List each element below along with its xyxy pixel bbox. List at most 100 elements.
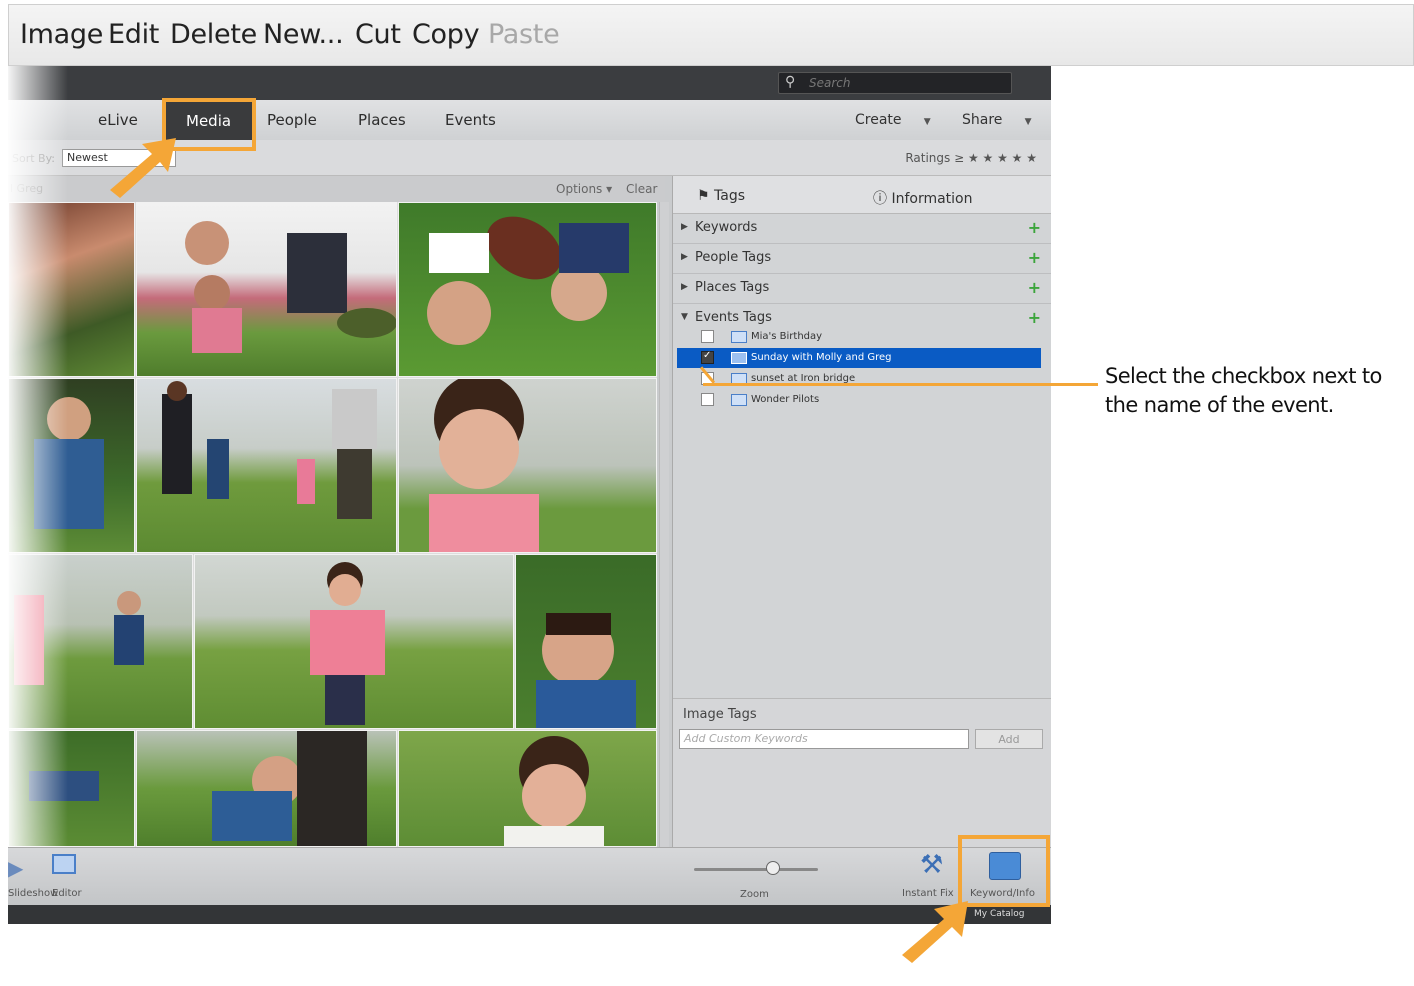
add-icon[interactable]: + [1028, 218, 1041, 237]
photo-art [185, 221, 396, 353]
photo-art [34, 397, 104, 529]
add-icon[interactable]: + [1028, 308, 1041, 327]
tag-icon: ⚑ [697, 188, 710, 204]
title-bar: ⚲ Search [8, 66, 1051, 100]
photo-thumbnail[interactable] [398, 202, 657, 377]
zoom-slider-handle[interactable] [766, 861, 780, 875]
arrow-icon [110, 138, 176, 198]
share-menu[interactable]: Share ▼ [962, 112, 1032, 128]
search-placeholder: Search [809, 76, 851, 90]
photo-art [29, 771, 99, 801]
clear-button[interactable]: Clear [626, 182, 657, 196]
collapse-icon: ▼ [681, 312, 688, 322]
photo-art [536, 613, 636, 728]
photo-art [162, 381, 377, 519]
photo-thumbnail[interactable] [398, 378, 657, 553]
search-input[interactable]: ⚲ Search [778, 72, 1012, 94]
bottom-toolbar: ▶ Slideshow Editor Zoom ⚒ Instant Fix Ke… [8, 847, 1051, 905]
section-label: Events Tags [695, 310, 772, 325]
grid-scrollbar[interactable] [659, 202, 669, 847]
slideshow-label: Slideshow [8, 888, 59, 899]
zoom-label: Zoom [740, 889, 769, 900]
ratings-filter[interactable]: Ratings ≥ ★ ★ ★ ★ ★ [905, 151, 1037, 165]
event-tag-row-selected[interactable]: Sunday with Molly and Greg [677, 348, 1041, 368]
keyword-placeholder: Add Custom Keywords [684, 732, 808, 745]
event-name: Mia's Birthday [751, 331, 823, 342]
expand-icon: ▶ [681, 282, 688, 292]
chevron-down-icon: ▼ [923, 117, 931, 127]
photo-art [429, 379, 539, 552]
add-icon[interactable]: + [1028, 278, 1041, 297]
menu-paste: Paste [488, 19, 560, 50]
chevron-down-icon: ▼ [1024, 117, 1032, 127]
photo-art [212, 731, 367, 846]
section-places-tags[interactable]: ▶ Places Tags + [673, 274, 1051, 304]
add-icon[interactable]: + [1028, 248, 1041, 267]
photo-thumbnail[interactable] [515, 554, 657, 729]
photo-thumbnail[interactable] [136, 202, 397, 377]
add-keyword-button[interactable]: Add [975, 729, 1043, 749]
photo-thumbnail[interactable] [8, 730, 135, 847]
arrow-icon [902, 901, 968, 963]
photo-thumbnail[interactable] [8, 202, 135, 377]
menu-image[interactable]: Image [20, 19, 103, 50]
photo-thumbnail[interactable] [194, 554, 514, 729]
hammer-icon[interactable]: ⚒ [920, 850, 943, 880]
custom-keywords-input[interactable]: Add Custom Keywords [679, 729, 969, 749]
callout-text: Select the checkbox next to the name of … [1105, 364, 1382, 417]
status-bar: My Catalog [8, 905, 1051, 924]
photo-thumbnail[interactable] [136, 730, 397, 847]
event-tag-row[interactable]: sunset at Iron bridge [677, 369, 1041, 389]
tab-tags-label: Tags [714, 188, 746, 204]
filter-label: l Greg [10, 182, 44, 195]
tab-places[interactable]: Places [358, 111, 406, 129]
tab-information[interactable]: ⓘ Information [873, 188, 973, 208]
photo-thumbnail[interactable] [8, 378, 135, 553]
slideshow-icon[interactable]: ▶ [8, 856, 23, 880]
menu-delete[interactable]: Delete [170, 19, 257, 50]
event-icon [731, 352, 747, 364]
expand-icon: ▶ [681, 252, 688, 262]
edit-menu-bar: Image Edit Delete New... Cut Copy Paste [8, 4, 1414, 66]
tab-people[interactable]: People [267, 111, 317, 129]
sort-value: Newest [67, 151, 108, 164]
image-tags-section: Image Tags Add Custom Keywords Add [673, 698, 1051, 847]
photo-art [14, 591, 144, 685]
tab-info-label: Information [891, 191, 973, 207]
photo-grid [8, 202, 657, 847]
menu-copy[interactable]: Copy [412, 19, 480, 50]
event-checkbox[interactable] [701, 393, 714, 406]
panel-tabs: ⚑ Tags ⓘ Information [673, 176, 1051, 214]
event-icon [731, 394, 747, 406]
tags-panel: ⚑ Tags ⓘ Information ▶ Keywords + ▶ People … [672, 176, 1051, 847]
photo-thumbnail[interactable] [136, 378, 397, 553]
create-menu[interactable]: Create ▼ [855, 112, 931, 128]
section-people-tags[interactable]: ▶ People Tags + [673, 244, 1051, 274]
expand-icon: ▶ [681, 222, 688, 232]
catalog-name: My Catalog [974, 909, 1025, 919]
sort-label: Sort By: [12, 152, 56, 165]
menu-new[interactable]: New... [263, 19, 344, 50]
event-checkbox[interactable] [701, 330, 714, 343]
event-checkbox[interactable] [701, 350, 714, 364]
editor-icon[interactable] [52, 854, 76, 874]
editor-label: Editor [52, 888, 82, 899]
event-name: Sunday with Molly and Greg [751, 352, 892, 363]
tab-events[interactable]: Events [445, 111, 496, 129]
zoom-slider[interactable] [694, 868, 818, 871]
photo-art [310, 562, 385, 725]
photo-thumbnail[interactable] [398, 730, 657, 847]
event-tag-row[interactable]: Wonder Pilots [677, 390, 1041, 410]
image-tags-title: Image Tags [683, 707, 757, 722]
menu-edit[interactable]: Edit [108, 19, 159, 50]
tab-tags[interactable]: ⚑ Tags [697, 188, 745, 204]
section-label: People Tags [695, 250, 772, 265]
photo-art [504, 736, 604, 846]
photo-thumbnail[interactable] [8, 554, 193, 729]
menu-cut[interactable]: Cut [355, 19, 401, 50]
callout-leader-line [703, 383, 1098, 386]
tab-elive[interactable]: eLive [98, 111, 138, 129]
event-tag-row[interactable]: Mia's Birthday [677, 327, 1041, 347]
options-button[interactable]: Options ▾ [556, 182, 612, 196]
section-keywords[interactable]: ▶ Keywords + [673, 214, 1051, 244]
